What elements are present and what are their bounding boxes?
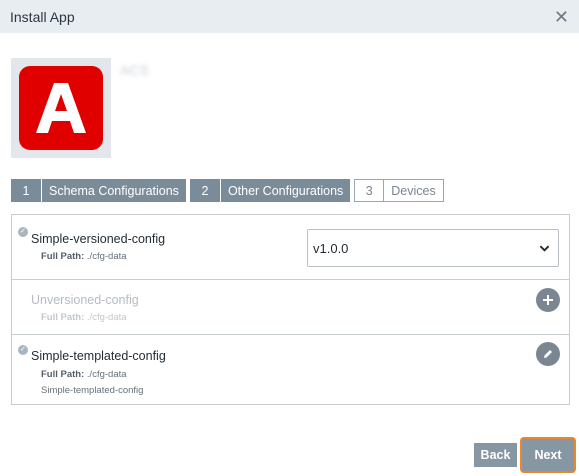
- config-list: ✓ Simple-versioned-config Full Path: ./c…: [11, 214, 570, 405]
- config-row-unversioned: Unversioned-config Full Path: ./cfg-data: [12, 279, 569, 334]
- add-config-button[interactable]: [536, 288, 560, 312]
- config-template: Simple-templated-config: [41, 385, 144, 396]
- step-label: Devices: [391, 183, 436, 198]
- config-path: Full Path: ./cfg-data: [41, 312, 127, 323]
- version-select[interactable]: v1.0.0: [307, 229, 559, 267]
- config-path: Full Path: ./cfg-data: [41, 251, 127, 262]
- path-value: ./cfg-data: [86, 369, 127, 380]
- config-name: Unversioned-config: [31, 293, 139, 307]
- step-number: 1: [11, 179, 42, 202]
- step-number: 2: [190, 179, 221, 202]
- check-circle-icon: ✓: [18, 227, 28, 237]
- path-value: ./cfg-data: [86, 251, 127, 262]
- back-button[interactable]: Back: [474, 443, 517, 467]
- path-label: Full Path:: [41, 312, 85, 323]
- letter-a-icon: [36, 83, 86, 133]
- chevron-down-icon: [539, 245, 550, 252]
- config-name: Simple-templated-config: [31, 349, 166, 363]
- path-value: ./cfg-data: [86, 312, 127, 323]
- app-logo: [19, 66, 103, 150]
- path-label: Full Path:: [41, 369, 85, 380]
- step-schema-configurations[interactable]: 1 Schema Configurations: [11, 179, 186, 202]
- step-label: Schema Configurations: [49, 183, 179, 198]
- dialog-header: Install App ✕: [0, 0, 579, 33]
- path-label: Full Path:: [41, 251, 85, 262]
- app-logo-container: [11, 58, 111, 158]
- check-circle-icon: ✓: [18, 345, 28, 355]
- step-label: Other Configurations: [227, 183, 344, 198]
- step-other-configurations[interactable]: 2 Other Configurations: [189, 179, 351, 202]
- wizard-steps: 1 Schema Configurations 2 Other Configur…: [11, 179, 444, 202]
- step-number: 3: [355, 180, 385, 201]
- config-path: Full Path: ./cfg-data: [41, 369, 127, 380]
- app-name: ACS: [120, 62, 149, 78]
- step-devices[interactable]: 3 Devices: [354, 179, 444, 202]
- edit-config-button[interactable]: [536, 342, 560, 366]
- close-icon[interactable]: ✕: [554, 8, 569, 26]
- pencil-icon: [544, 350, 552, 358]
- next-button[interactable]: Next: [525, 443, 571, 467]
- dialog-title: Install App: [10, 8, 75, 25]
- version-select-value: v1.0.0: [313, 240, 349, 256]
- plus-icon: [543, 295, 553, 305]
- config-row-simple-versioned: ✓ Simple-versioned-config Full Path: ./c…: [12, 215, 569, 279]
- config-name: Simple-versioned-config: [31, 232, 166, 246]
- config-row-simple-templated: ✓ Simple-templated-config Full Path: ./c…: [12, 334, 569, 404]
